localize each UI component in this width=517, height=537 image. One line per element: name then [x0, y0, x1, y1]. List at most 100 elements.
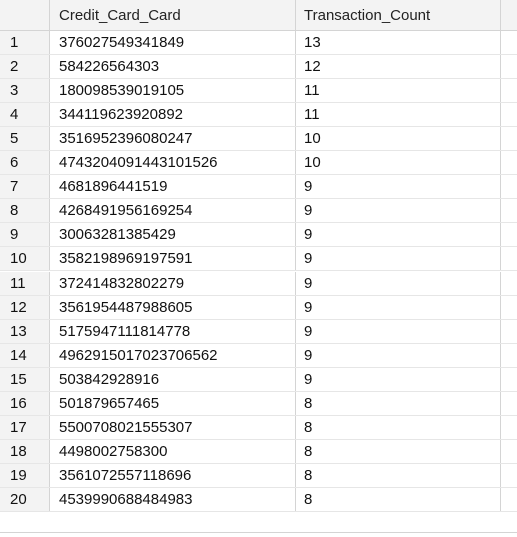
row-number-cell[interactable]: 13: [0, 319, 50, 343]
row-filler: [501, 487, 517, 511]
credit-card-cell[interactable]: 3561072557118696: [50, 463, 296, 487]
row-filler: [501, 319, 517, 343]
transaction-count-cell[interactable]: 9: [296, 199, 501, 223]
table-row[interactable]: 17 5500708021555307 8: [0, 415, 517, 440]
transaction-count-cell[interactable]: 13: [296, 31, 501, 54]
row-number-cell[interactable]: 6: [0, 151, 50, 175]
table-row[interactable]: 4 344119623920892 11: [0, 103, 517, 128]
credit-card-cell[interactable]: 5500708021555307: [50, 415, 296, 439]
credit-card-cell[interactable]: 5175947111814778: [50, 319, 296, 343]
grid-header-row: Credit_Card_Card Transaction_Count: [0, 0, 517, 31]
table-row[interactable]: 9 30063281385429 9: [0, 223, 517, 248]
row-number-cell[interactable]: 10: [0, 247, 50, 271]
credit-card-cell[interactable]: 4539990688484983: [50, 487, 296, 511]
row-filler: [501, 271, 517, 295]
column-header-transaction-count[interactable]: Transaction_Count: [296, 0, 501, 30]
row-filler: [501, 295, 517, 319]
row-number-cell[interactable]: 12: [0, 295, 50, 319]
credit-card-cell[interactable]: 3516952396080247: [50, 127, 296, 151]
transaction-count-cell[interactable]: 8: [296, 487, 501, 511]
credit-card-cell[interactable]: 4498002758300: [50, 439, 296, 463]
row-number-cell[interactable]: 18: [0, 439, 50, 463]
row-number-cell[interactable]: 3: [0, 79, 50, 103]
row-number-cell[interactable]: 16: [0, 391, 50, 415]
table-row[interactable]: 16 501879657465 8: [0, 391, 517, 416]
transaction-count-cell[interactable]: 11: [296, 103, 501, 127]
row-filler: [501, 199, 517, 223]
transaction-count-cell[interactable]: 9: [296, 247, 501, 271]
row-number-cell[interactable]: 15: [0, 367, 50, 391]
row-filler: [501, 367, 517, 391]
table-row[interactable]: 13 5175947111814778 9: [0, 319, 517, 344]
credit-card-cell[interactable]: 376027549341849: [50, 31, 296, 54]
row-number-cell[interactable]: 8: [0, 199, 50, 223]
table-row[interactable]: 5 3516952396080247 10: [0, 127, 517, 152]
credit-card-cell[interactable]: 4268491956169254: [50, 199, 296, 223]
row-number-cell[interactable]: 4: [0, 103, 50, 127]
row-filler: [501, 79, 517, 103]
credit-card-cell[interactable]: 501879657465: [50, 391, 296, 415]
row-filler: [501, 175, 517, 199]
table-row[interactable]: 8 4268491956169254 9: [0, 199, 517, 224]
row-filler: [501, 223, 517, 247]
transaction-count-cell[interactable]: 8: [296, 463, 501, 487]
transaction-count-cell[interactable]: 9: [296, 175, 501, 199]
row-number-cell[interactable]: 5: [0, 127, 50, 151]
table-row[interactable]: 18 4498002758300 8: [0, 439, 517, 464]
row-filler: [501, 31, 517, 54]
table-row[interactable]: 7 4681896441519 9: [0, 175, 517, 200]
row-number-header[interactable]: [0, 0, 50, 30]
transaction-count-cell[interactable]: 9: [296, 319, 501, 343]
row-number-cell[interactable]: 14: [0, 343, 50, 367]
row-number-cell[interactable]: 11: [0, 271, 50, 295]
table-row[interactable]: 19 3561072557118696 8: [0, 463, 517, 488]
table-row[interactable]: 20 4539990688484983 8: [0, 487, 517, 512]
row-number-cell[interactable]: 1: [0, 31, 50, 54]
column-header-credit-card[interactable]: Credit_Card_Card: [50, 0, 296, 30]
transaction-count-cell[interactable]: 10: [296, 151, 501, 175]
row-filler: [501, 151, 517, 175]
row-number-cell[interactable]: 2: [0, 55, 50, 79]
transaction-count-cell[interactable]: 9: [296, 295, 501, 319]
credit-card-cell[interactable]: 372414832802279: [50, 271, 296, 295]
credit-card-cell[interactable]: 180098539019105: [50, 79, 296, 103]
credit-card-cell[interactable]: 344119623920892: [50, 103, 296, 127]
credit-card-cell[interactable]: 4681896441519: [50, 175, 296, 199]
row-number-cell[interactable]: 7: [0, 175, 50, 199]
credit-card-cell[interactable]: 4743204091443101526: [50, 151, 296, 175]
transaction-count-cell[interactable]: 9: [296, 271, 501, 295]
credit-card-cell[interactable]: 3582198969197591: [50, 247, 296, 271]
transaction-count-cell[interactable]: 12: [296, 55, 501, 79]
table-row[interactable]: 3 180098539019105 11: [0, 79, 517, 104]
transaction-count-cell[interactable]: 9: [296, 367, 501, 391]
row-filler: [501, 439, 517, 463]
table-row[interactable]: 6 4743204091443101526 10: [0, 151, 517, 176]
table-row[interactable]: 11 372414832802279 9: [0, 271, 517, 296]
table-row[interactable]: 15 503842928916 9: [0, 367, 517, 392]
transaction-count-cell[interactable]: 8: [296, 391, 501, 415]
table-row[interactable]: 1 376027549341849 13: [0, 31, 517, 55]
table-row[interactable]: 10 3582198969197591 9: [0, 247, 517, 272]
table-row[interactable]: 14 4962915017023706562 9: [0, 343, 517, 368]
credit-card-cell[interactable]: 503842928916: [50, 367, 296, 391]
row-filler: [501, 415, 517, 439]
header-filler: [501, 0, 517, 30]
row-filler: [501, 55, 517, 79]
transaction-count-cell[interactable]: 8: [296, 415, 501, 439]
credit-card-cell[interactable]: 3561954487988605: [50, 295, 296, 319]
transaction-count-cell[interactable]: 11: [296, 79, 501, 103]
credit-card-cell[interactable]: 584226564303: [50, 55, 296, 79]
table-row[interactable]: 2 584226564303 12: [0, 55, 517, 80]
row-number-cell[interactable]: 17: [0, 415, 50, 439]
credit-card-cell[interactable]: 4962915017023706562: [50, 343, 296, 367]
row-number-cell[interactable]: 20: [0, 487, 50, 511]
transaction-count-cell[interactable]: 10: [296, 127, 501, 151]
credit-card-cell[interactable]: 30063281385429: [50, 223, 296, 247]
row-number-cell[interactable]: 19: [0, 463, 50, 487]
row-number-cell[interactable]: 9: [0, 223, 50, 247]
transaction-count-cell[interactable]: 8: [296, 439, 501, 463]
transaction-count-cell[interactable]: 9: [296, 343, 501, 367]
table-row[interactable]: 12 3561954487988605 9: [0, 295, 517, 320]
transaction-count-cell[interactable]: 9: [296, 223, 501, 247]
results-grid[interactable]: Credit_Card_Card Transaction_Count 1 3760…: [0, 0, 517, 537]
